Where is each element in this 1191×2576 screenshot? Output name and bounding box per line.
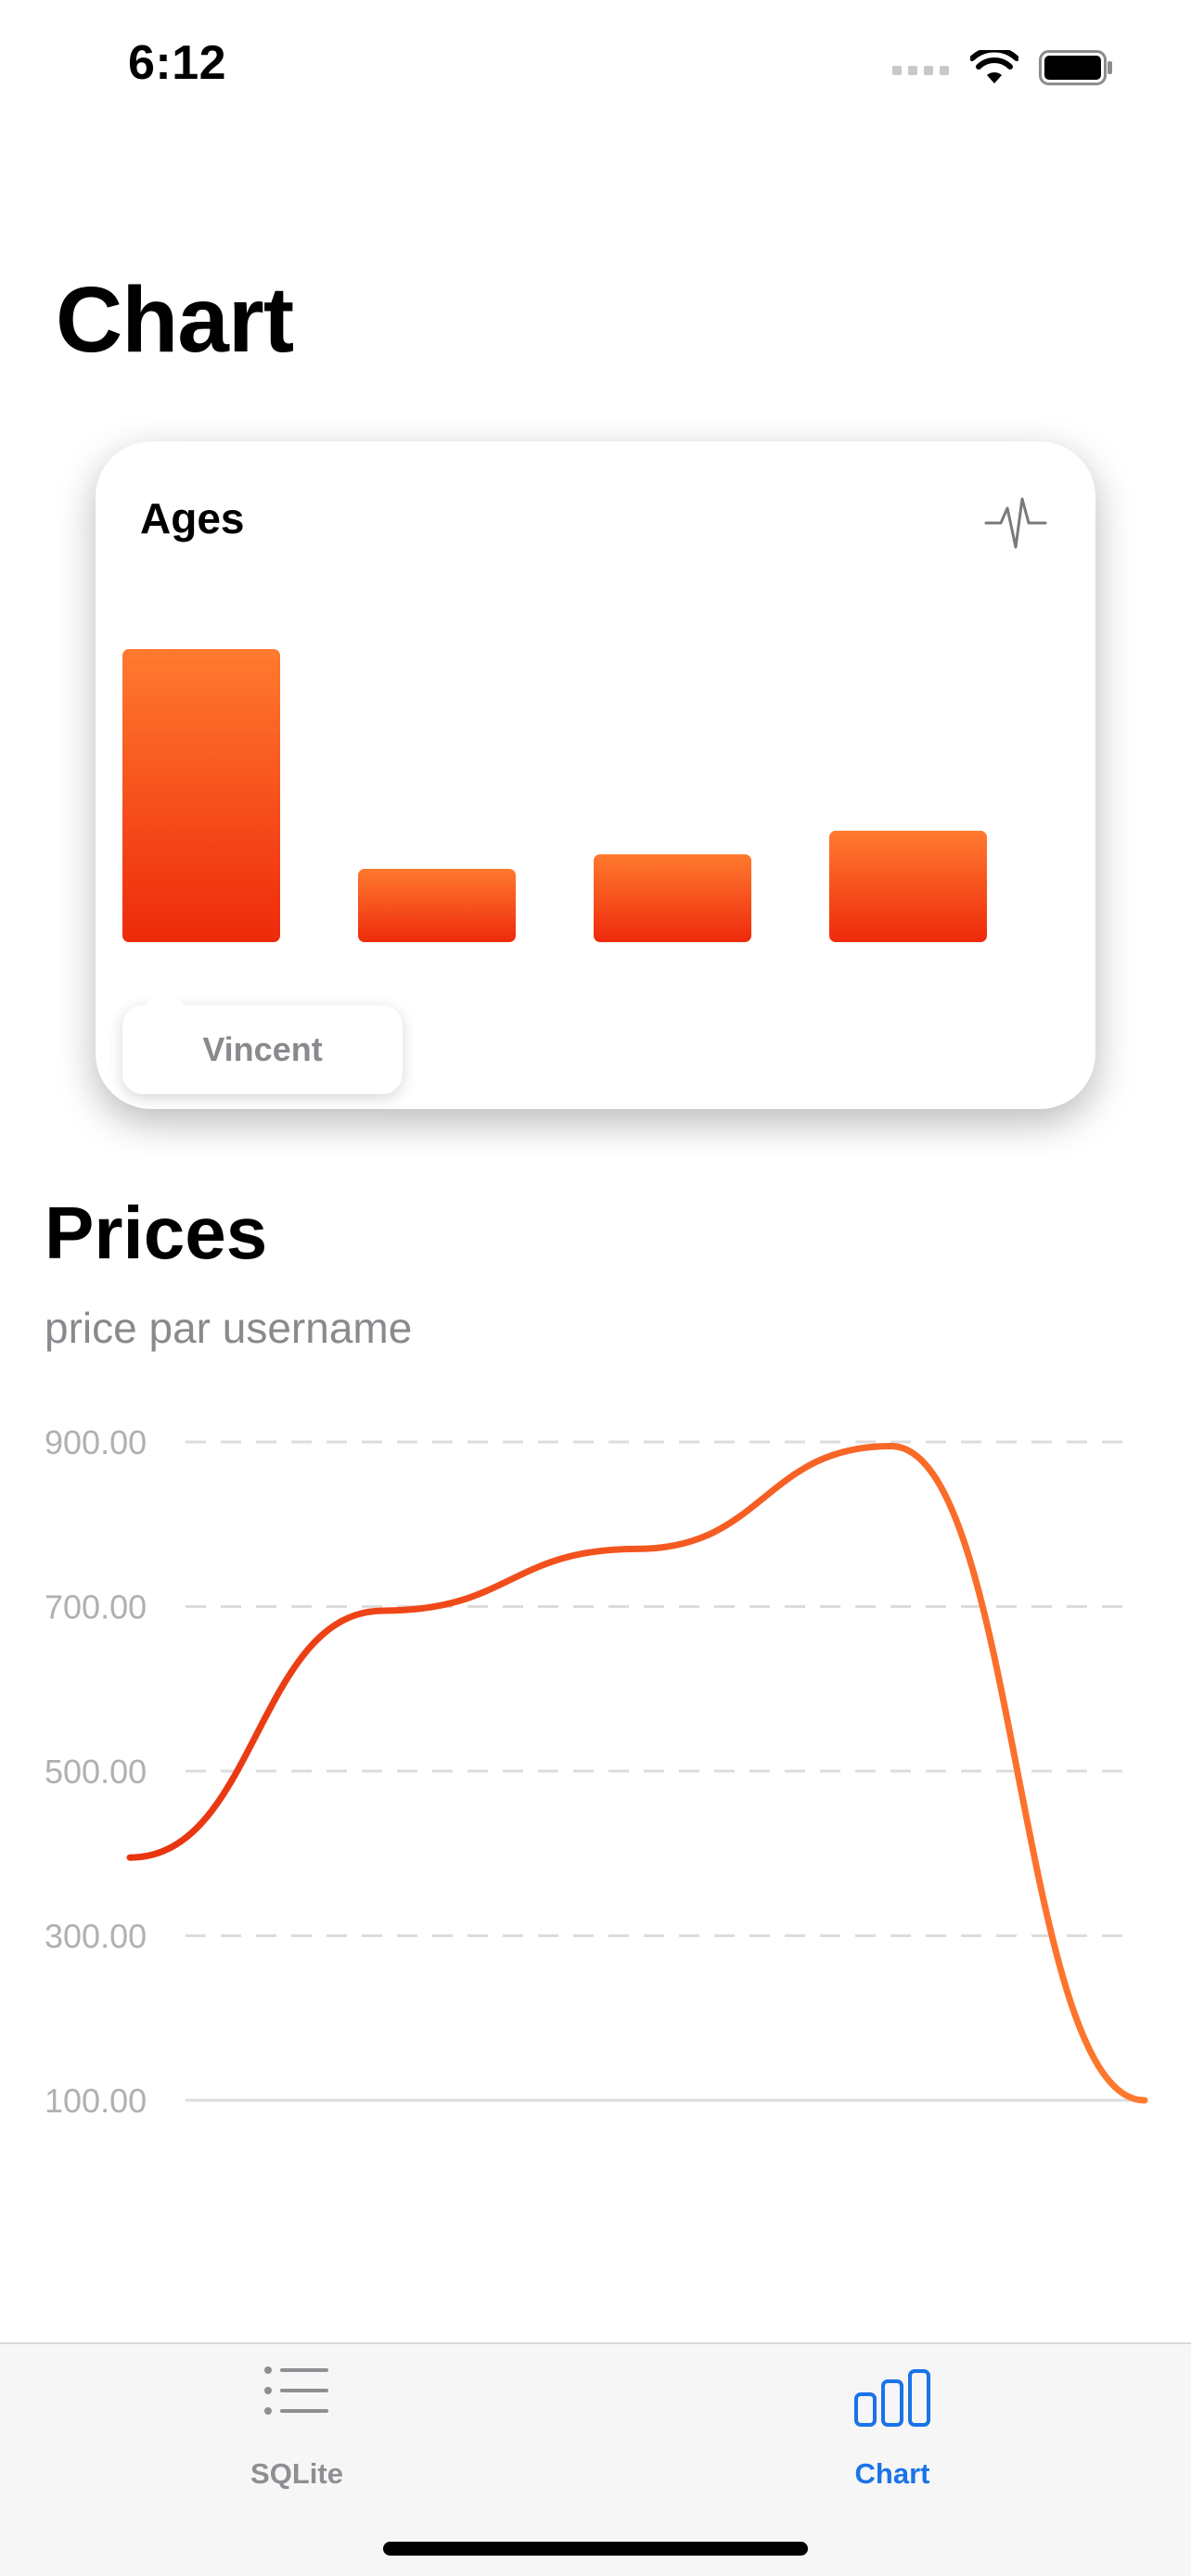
tab-chart[interactable]: Chart [753, 2365, 1031, 2494]
prices-line-chart: 900.00 700.00 500.00 300.00 100.00 [45, 1423, 1148, 2120]
signal-icon [892, 66, 949, 75]
status-icons [892, 45, 1113, 91]
battery-icon [1039, 50, 1112, 85]
home-indicator [383, 2542, 808, 2556]
page-title: Chart [56, 268, 294, 372]
age-bar[interactable] [122, 649, 280, 942]
tab-sqlite-label: SQLite [250, 2457, 343, 2490]
age-bar[interactable] [829, 830, 987, 942]
bar-chart-icon [854, 2369, 930, 2427]
ages-chart-card[interactable]: Ages Vincent [96, 441, 1095, 1109]
prices-title: Prices [45, 1192, 268, 1274]
prices-subtitle: price par username [45, 1304, 413, 1352]
y-tick-label: 100.00 [45, 2082, 147, 2120]
status-time: 6:12 [128, 36, 227, 90]
screen: 6:12 Chart Ages Vincent Prices price par… [0, 0, 1191, 2576]
bar-tooltip: Vincent [122, 979, 403, 1094]
tab-sqlite[interactable]: SQLite [158, 2365, 436, 2494]
price-line [126, 1442, 1148, 2104]
tab-chart-label: Chart [854, 2457, 930, 2490]
y-tick-label: 500.00 [45, 1753, 147, 1791]
status-bar: 6:12 [0, 0, 1191, 139]
y-tick-label: 300.00 [45, 1918, 147, 1956]
list-icon [264, 2366, 328, 2415]
age-bar[interactable] [594, 854, 751, 942]
wifi-icon [970, 50, 1018, 83]
tooltip-label: Vincent [202, 1030, 323, 1068]
y-tick-label: 700.00 [45, 1588, 147, 1626]
age-bar[interactable] [358, 869, 516, 942]
y-tick-label: 900.00 [45, 1423, 147, 1461]
